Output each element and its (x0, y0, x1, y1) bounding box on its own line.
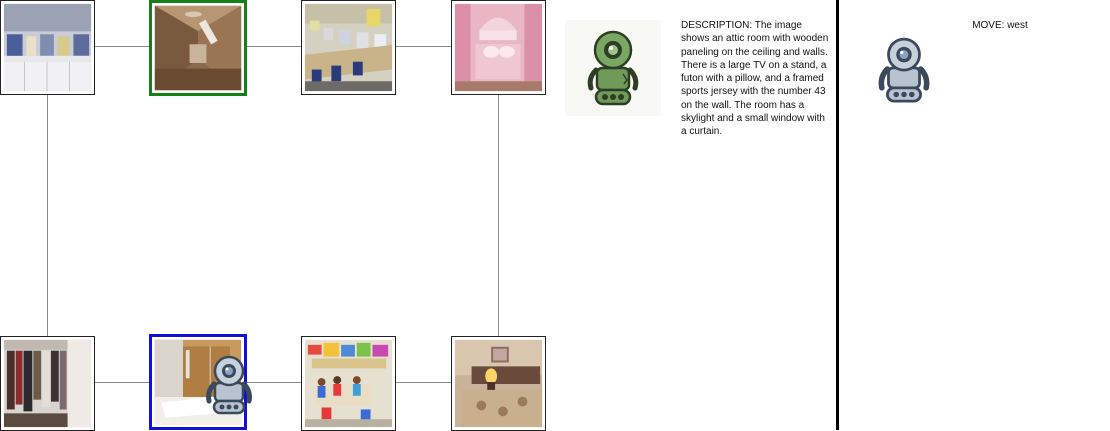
edge-top-0-1 (95, 46, 150, 47)
room-description: DESCRIPTION: The image shows an attic ro… (681, 20, 829, 138)
room-bottom-2[interactable] (301, 336, 396, 431)
edge-bottom-0-1 (95, 382, 150, 383)
computer-lab-photo (304, 3, 393, 92)
closet-photo (3, 339, 92, 428)
room-bottom-0[interactable] (0, 336, 95, 431)
edge-top-1-2 (246, 46, 302, 47)
room-top-2[interactable] (301, 0, 396, 95)
hotel-bedroom-photo (454, 339, 543, 428)
observer-avatar (565, 20, 661, 116)
kitchen-counter-photo (3, 3, 92, 92)
edge-right-vertical (498, 94, 499, 337)
edge-top-2-3 (395, 46, 452, 47)
room-bottom-3[interactable] (451, 336, 546, 431)
pink-bedroom-photo (454, 3, 543, 92)
green-robot-icon (587, 30, 639, 106)
edge-bottom-2-3 (395, 382, 452, 383)
gray-robot-icon (206, 355, 252, 415)
panel-divider (836, 0, 839, 430)
move-action-label: MOVE: west (972, 20, 1028, 31)
room-top-1[interactable] (149, 0, 247, 96)
attic-room-photo (154, 5, 242, 91)
room-top-3[interactable] (451, 0, 546, 95)
edge-left-vertical (47, 94, 48, 337)
room-top-0[interactable] (0, 0, 95, 95)
classroom-photo (304, 339, 393, 428)
gray-robot-icon (878, 37, 930, 103)
